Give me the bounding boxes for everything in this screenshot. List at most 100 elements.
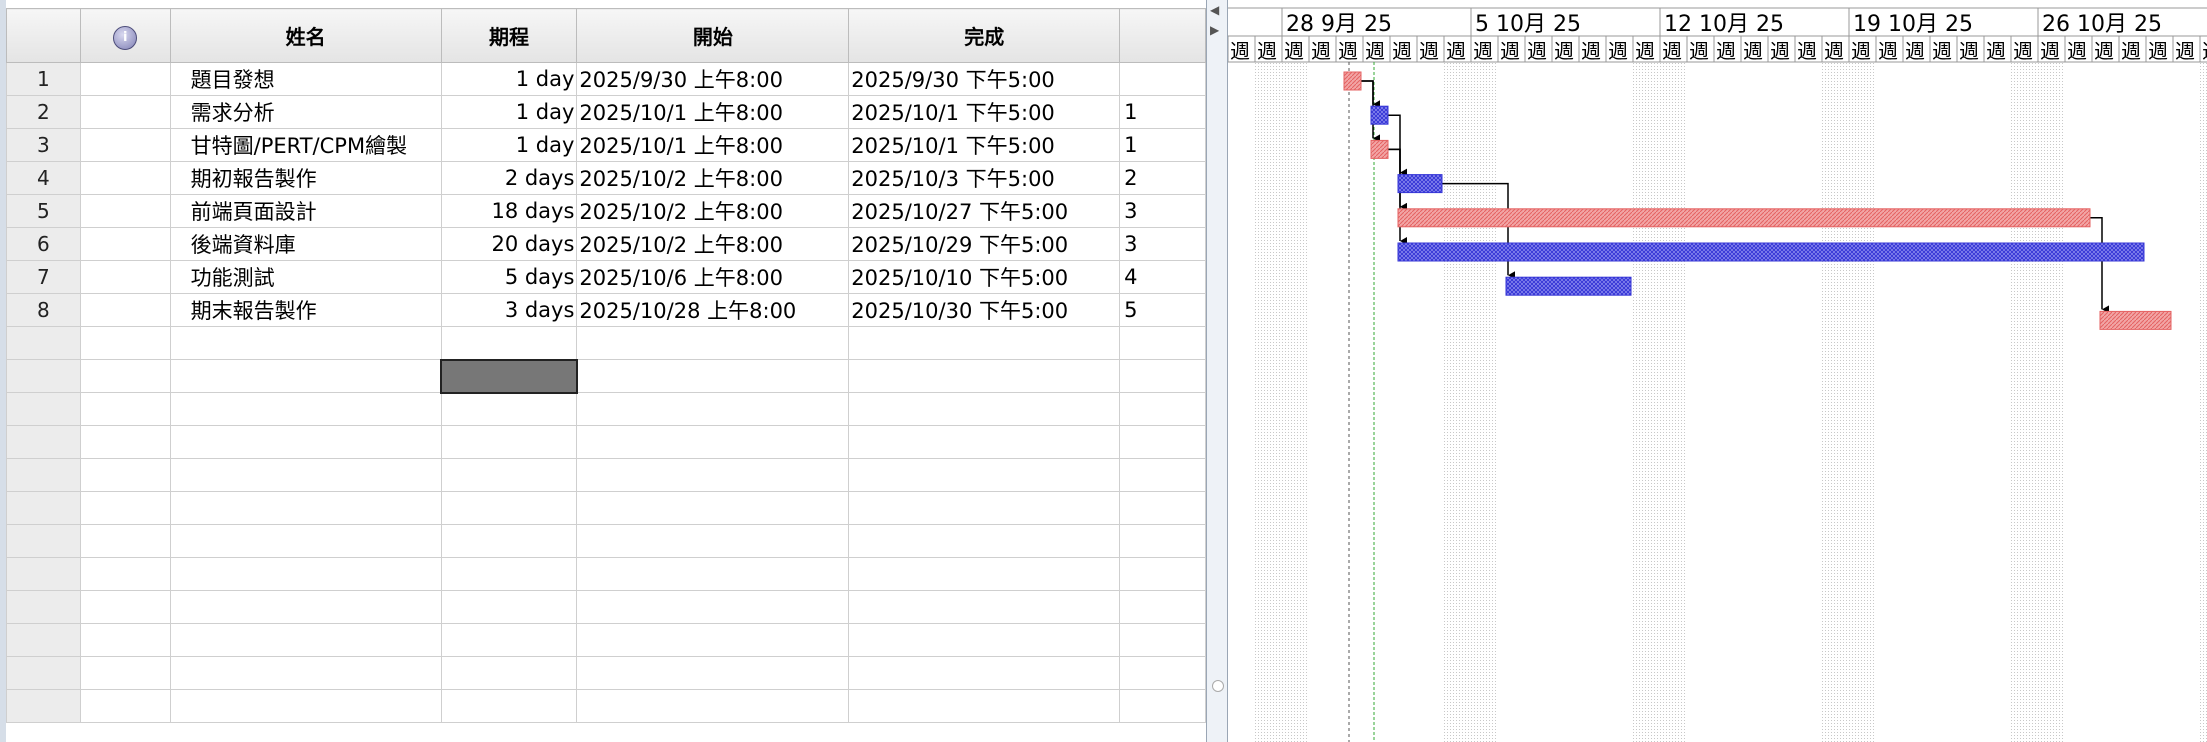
empty-table-row[interactable] xyxy=(6,458,1206,492)
predecessor-cell[interactable] xyxy=(1119,458,1206,492)
indicator-cell[interactable] xyxy=(79,260,171,294)
task-name-cell[interactable] xyxy=(169,557,442,591)
finish-cell[interactable]: 2025/10/30 下午5:00 xyxy=(848,293,1121,327)
row-number[interactable] xyxy=(6,656,81,690)
predecessor-cell[interactable]: 3 xyxy=(1119,194,1206,228)
finish-cell[interactable] xyxy=(848,425,1121,459)
triangle-left-icon[interactable]: ◀ xyxy=(1210,4,1219,16)
table-row[interactable]: 5 前端頁面設計 18 days 2025/10/2 上午8:00 2025/10/27… xyxy=(6,194,1206,228)
task-name-cell[interactable] xyxy=(169,524,442,558)
row-number[interactable]: 5 xyxy=(6,194,81,228)
table-row[interactable]: 1 題目發想 1 day 2025/9/30 上午8:00 2025/9/30 下午5:… xyxy=(6,62,1206,96)
table-row[interactable]: 8 期末報告製作 3 days 2025/10/28 上午8:00 2025/10/30… xyxy=(6,293,1206,327)
task-name-cell[interactable]: 甘特圖/PERT/CPM繪製 xyxy=(169,128,442,162)
start-cell[interactable] xyxy=(576,656,850,690)
row-number[interactable] xyxy=(6,326,81,360)
indicator-cell[interactable] xyxy=(79,458,171,492)
finish-cell[interactable] xyxy=(848,524,1121,558)
predecessor-cell[interactable] xyxy=(1119,62,1206,96)
row-number[interactable] xyxy=(6,458,81,492)
predecessor-cell[interactable]: 5 xyxy=(1119,293,1206,327)
predecessor-cell[interactable]: 1 xyxy=(1119,95,1206,129)
indicator-cell[interactable] xyxy=(79,623,171,657)
duration-cell[interactable]: 20 days xyxy=(440,227,578,261)
indicators-header[interactable]: i xyxy=(79,8,171,63)
row-number[interactable] xyxy=(6,689,81,723)
predecessor-cell[interactable] xyxy=(1119,491,1206,525)
start-cell[interactable] xyxy=(576,491,850,525)
task-name-cell[interactable]: 需求分析 xyxy=(169,95,442,129)
indicator-cell[interactable] xyxy=(79,326,171,360)
indicator-cell[interactable] xyxy=(79,590,171,624)
start-cell[interactable] xyxy=(576,458,850,492)
predecessor-cell[interactable] xyxy=(1119,524,1206,558)
duration-cell[interactable] xyxy=(440,326,578,360)
task-name-cell[interactable] xyxy=(169,623,442,657)
row-number[interactable] xyxy=(6,491,81,525)
finish-cell[interactable]: 2025/10/1 下午5:00 xyxy=(848,95,1121,129)
table-row[interactable]: 2 需求分析 1 day 2025/10/1 上午8:00 2025/10/1 下午5:… xyxy=(6,95,1206,129)
duration-cell[interactable]: 5 days xyxy=(440,260,578,294)
duration-cell[interactable] xyxy=(440,425,578,459)
start-cell[interactable] xyxy=(576,524,850,558)
predecessor-cell[interactable] xyxy=(1119,689,1206,723)
duration-cell[interactable] xyxy=(440,491,578,525)
start-cell[interactable]: 2025/10/28 上午8:00 xyxy=(576,293,850,327)
empty-table-row[interactable] xyxy=(6,392,1206,426)
start-cell[interactable] xyxy=(576,326,850,360)
task-name-cell[interactable] xyxy=(169,359,442,393)
row-number[interactable]: 7 xyxy=(6,260,81,294)
finish-cell[interactable]: 2025/10/3 下午5:00 xyxy=(848,161,1121,195)
task-name-cell[interactable] xyxy=(169,326,442,360)
predecessor-cell[interactable]: 2 xyxy=(1119,161,1206,195)
indicator-cell[interactable] xyxy=(79,293,171,327)
duration-cell[interactable] xyxy=(440,524,578,558)
finish-cell[interactable]: 2025/9/30 下午5:00 xyxy=(848,62,1121,96)
start-cell[interactable]: 2025/10/2 上午8:00 xyxy=(576,194,850,228)
finish-cell[interactable] xyxy=(848,623,1121,657)
predecessor-cell[interactable] xyxy=(1119,656,1206,690)
empty-table-row[interactable] xyxy=(6,623,1206,657)
task-name-cell[interactable]: 期末報告製作 xyxy=(169,293,442,327)
row-number-header[interactable] xyxy=(6,8,81,63)
task-name-cell[interactable] xyxy=(169,491,442,525)
splitter-handle[interactable] xyxy=(1212,680,1224,692)
duration-cell[interactable]: 3 days xyxy=(440,293,578,327)
triangle-right-icon[interactable]: ▶ xyxy=(1210,24,1219,36)
name-column-header[interactable]: 姓名 xyxy=(169,8,442,63)
task-name-cell[interactable] xyxy=(169,590,442,624)
row-number[interactable] xyxy=(6,557,81,591)
empty-table-row[interactable] xyxy=(6,326,1206,360)
row-number[interactable]: 4 xyxy=(6,161,81,195)
start-cell[interactable] xyxy=(576,689,850,723)
task-name-cell[interactable] xyxy=(169,656,442,690)
duration-cell[interactable] xyxy=(440,590,578,624)
duration-cell[interactable] xyxy=(440,392,578,426)
finish-cell[interactable]: 2025/10/27 下午5:00 xyxy=(848,194,1121,228)
start-cell[interactable] xyxy=(576,392,850,426)
predecessor-cell[interactable] xyxy=(1119,557,1206,591)
start-cell[interactable]: 2025/9/30 上午8:00 xyxy=(576,62,850,96)
row-number[interactable] xyxy=(6,392,81,426)
empty-table-row[interactable] xyxy=(6,358,1206,394)
finish-cell[interactable] xyxy=(848,392,1121,426)
table-row[interactable]: 6 後端資料庫 20 days 2025/10/2 上午8:00 2025/10/29 … xyxy=(6,227,1206,261)
row-number[interactable] xyxy=(6,623,81,657)
empty-table-row[interactable] xyxy=(6,524,1206,558)
task-name-cell[interactable] xyxy=(169,425,442,459)
predecessor-cell[interactable] xyxy=(1119,425,1206,459)
finish-cell[interactable] xyxy=(848,326,1121,360)
predecessor-cell[interactable] xyxy=(1119,623,1206,657)
task-name-cell[interactable]: 期初報告製作 xyxy=(169,161,442,195)
task-name-cell[interactable]: 功能測試 xyxy=(169,260,442,294)
task-name-cell[interactable]: 前端頁面設計 xyxy=(169,194,442,228)
start-column-header[interactable]: 開始 xyxy=(576,8,850,63)
duration-column-header[interactable]: 期程 xyxy=(440,8,578,63)
finish-cell[interactable] xyxy=(848,689,1121,723)
predecessor-cell[interactable] xyxy=(1119,392,1206,426)
indicator-cell[interactable] xyxy=(79,194,171,228)
empty-table-row[interactable] xyxy=(6,491,1206,525)
duration-cell[interactable] xyxy=(440,689,578,723)
duration-cell[interactable] xyxy=(440,656,578,690)
row-number[interactable]: 2 xyxy=(6,95,81,129)
